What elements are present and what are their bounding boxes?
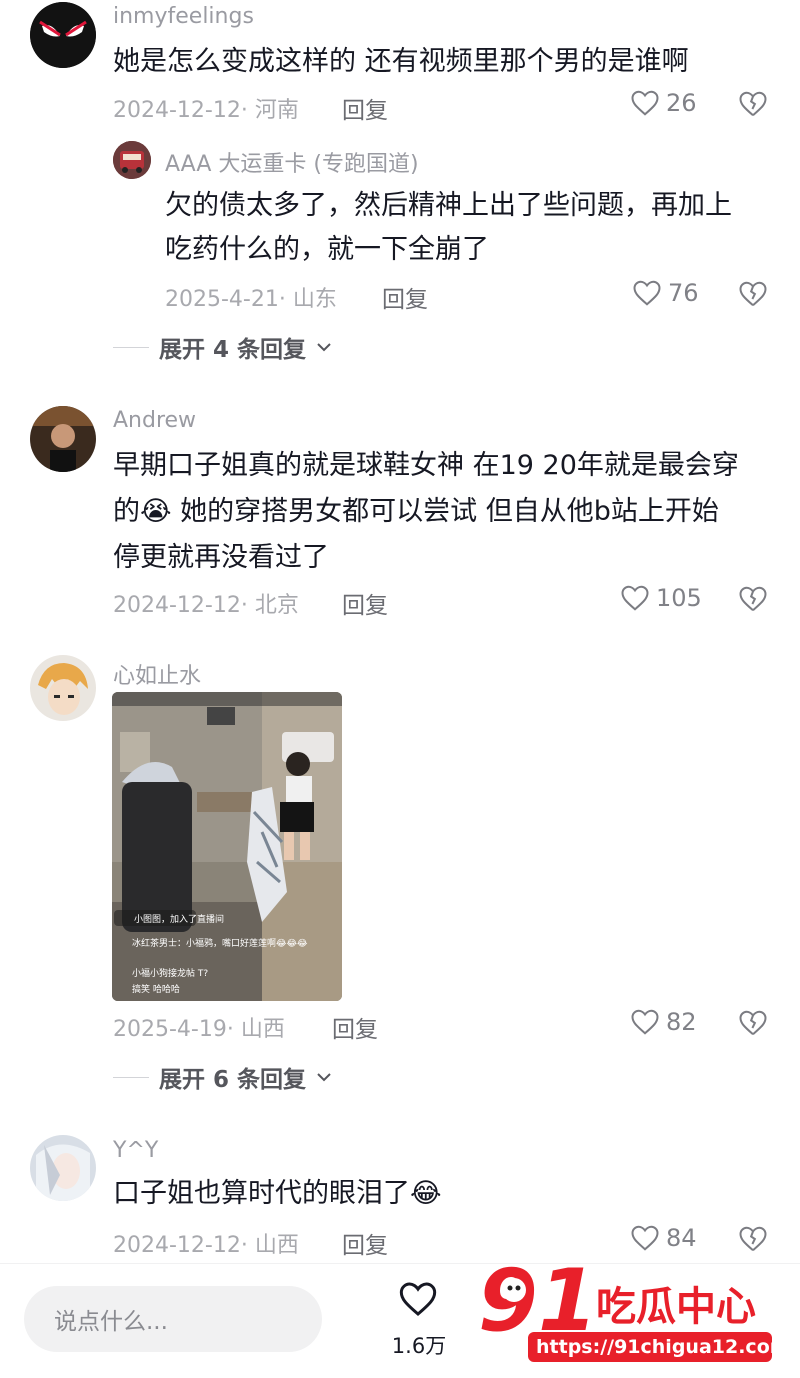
live-chat-message: 搞笑 哈哈哈	[132, 985, 180, 995]
broken-heart-icon	[739, 586, 767, 612]
reply-text-line: 吃药什么的，就一下全崩了	[165, 234, 489, 265]
comment-input[interactable]: 说点什么...	[24, 1286, 322, 1352]
divider	[113, 1076, 149, 1078]
comment-text-line: 的😭 她的穿搭男女都可以尝试 但自从他b站上开始	[113, 496, 719, 527]
svg-text:吃瓜中心: 吃瓜中心	[596, 1284, 756, 1330]
broken-heart-icon	[739, 1010, 767, 1036]
comment-input-placeholder: 说点什么...	[54, 1309, 168, 1335]
like-count: 76	[668, 279, 699, 307]
comment-date-location: 2025-4-19· 山西	[113, 1017, 285, 1042]
live-chat-message: 冰红茶男士：小福鸦，嘴口好莲莲啊😂😂😂	[132, 939, 308, 949]
expand-replies-label: 展开 6 条回复	[159, 1067, 307, 1093]
comment-date-location: 2024-12-12· 山西	[113, 1233, 299, 1258]
comment-date-location: 2024-12-12· 河南	[113, 98, 299, 123]
like-button[interactable]: 26	[630, 89, 697, 117]
live-chat-message: 小福小狗接龙帖 T?	[132, 969, 209, 979]
expand-replies-button[interactable]: 展开 4 条回复	[113, 330, 332, 364]
dislike-button[interactable]	[738, 1009, 768, 1041]
like-button[interactable]: 82	[630, 1008, 697, 1036]
avatar[interactable]	[30, 406, 96, 472]
reply-username[interactable]: AAA 大运重卡 (专跑国道)	[165, 146, 419, 178]
chevron-down-icon	[317, 343, 331, 352]
comment-text: 她是怎么变成这样的 还有视频里那个男的是谁啊	[113, 46, 689, 77]
heart-icon	[399, 1282, 437, 1316]
expand-replies-button[interactable]: 展开 6 条回复	[113, 1060, 332, 1094]
heart-icon	[631, 90, 659, 116]
reply-button[interactable]: 回复	[332, 1010, 378, 1044]
heart-icon	[631, 1009, 659, 1035]
like-button[interactable]: 105	[620, 584, 702, 612]
like-count: 26	[666, 89, 697, 117]
avatar[interactable]	[30, 2, 96, 68]
post-like-count: 1.6万	[391, 1334, 447, 1358]
watermark-url: https://91chigua12.com	[536, 1336, 790, 1358]
comment-text: 口子姐也算时代的眼泪了😂	[113, 1178, 442, 1209]
avatar[interactable]	[30, 1135, 96, 1201]
reply-button[interactable]: 回复	[342, 91, 388, 125]
reply-date-location: 2025-4-21· 山东	[165, 287, 337, 312]
expand-replies-label: 展开 4 条回复	[159, 337, 307, 363]
avatar[interactable]	[30, 655, 96, 721]
heart-icon	[633, 280, 661, 306]
like-count: 82	[666, 1008, 697, 1036]
reply-text-line: 欠的债太多了，然后精神上出了些问题，再加上	[165, 190, 732, 221]
dislike-button[interactable]	[738, 90, 768, 122]
like-count: 105	[656, 584, 702, 612]
reply-avatar[interactable]	[113, 141, 151, 179]
post-like-button[interactable]	[388, 1280, 448, 1322]
chevron-down-icon	[317, 1073, 331, 1082]
watermark: 91 吃瓜中心 https://91chigua12.com	[477, 1248, 798, 1368]
reply-button[interactable]: 回复	[382, 280, 428, 314]
comment-text-line: 停更就再没看过了	[113, 542, 329, 573]
comment-username[interactable]: inmyfeelings	[113, 4, 254, 29]
comment-username[interactable]: Andrew	[113, 408, 196, 433]
reply-button[interactable]: 回复	[342, 586, 388, 620]
heart-icon	[621, 585, 649, 611]
comment-image[interactable]: 小图图，加入了直播间 冰红茶男士：小福鸦，嘴口好莲莲啊😂😂😂 小福小狗接龙帖 T…	[112, 692, 342, 1001]
comment-date-location: 2024-12-12· 北京	[113, 593, 299, 618]
dislike-button[interactable]	[738, 280, 768, 312]
comment-username[interactable]: Y^Y	[113, 1138, 158, 1163]
broken-heart-icon	[739, 91, 767, 117]
reply-button[interactable]: 回复	[342, 1226, 388, 1260]
comment-username[interactable]: 心如止水	[113, 658, 201, 690]
live-chat-message: 小图图，加入了直播间	[134, 915, 225, 925]
broken-heart-icon	[739, 281, 767, 307]
divider	[113, 346, 149, 348]
like-button[interactable]: 76	[632, 279, 699, 307]
comment-text-line: 早期口子姐真的就是球鞋女神 在19 20年就是最会穿	[113, 450, 739, 481]
dislike-button[interactable]	[738, 585, 768, 617]
